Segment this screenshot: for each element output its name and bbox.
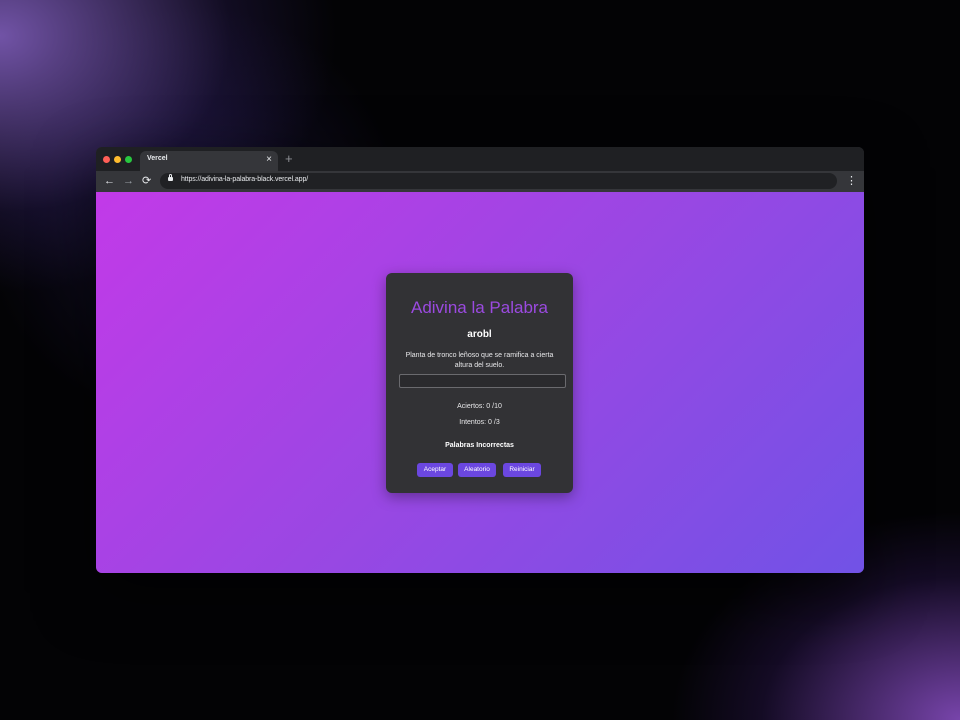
accept-button[interactable]: Aceptar bbox=[417, 463, 453, 477]
word-hint: Planta de tronco leñoso que se ramifica … bbox=[405, 352, 554, 369]
tries-counter: Intentos: 0 /3 bbox=[459, 419, 500, 426]
back-arrow-icon[interactable]: ← bbox=[104, 174, 115, 188]
close-window-button[interactable] bbox=[103, 156, 110, 163]
maximize-window-button[interactable] bbox=[125, 156, 132, 163]
tab-close-icon[interactable]: × bbox=[266, 154, 272, 166]
browser-tab[interactable]: Vercel × bbox=[140, 151, 278, 171]
browser-window: Vercel × + ← → ⟳ https://adivina-la-pala… bbox=[96, 147, 864, 573]
browser-toolbar: ← → ⟳ https://adivina-la-palabra-black.v… bbox=[96, 171, 864, 192]
address-bar[interactable]: https://adivina-la-palabra-black.vercel.… bbox=[160, 173, 837, 189]
forward-arrow-icon[interactable]: → bbox=[123, 174, 134, 188]
random-button[interactable]: Aleatorio bbox=[458, 463, 496, 477]
wrong-words-heading: Palabras Incorrectas bbox=[445, 442, 514, 449]
tab-title: Vercel bbox=[147, 155, 168, 162]
address-url: https://adivina-la-palabra-black.vercel.… bbox=[181, 176, 309, 183]
page-title: Adivina la Palabra bbox=[410, 298, 549, 317]
browser-titlebar: Vercel × + bbox=[96, 147, 864, 171]
lock-icon bbox=[168, 174, 173, 181]
browser-menu-icon[interactable]: ⋮ bbox=[846, 174, 857, 188]
game-card: Adivina la Palabra arobl Planta de tronc… bbox=[386, 273, 573, 493]
answer-input[interactable] bbox=[399, 374, 566, 388]
hits-counter: Aciertos: 0 /10 bbox=[457, 403, 502, 410]
minimize-window-button[interactable] bbox=[114, 156, 121, 163]
reset-button[interactable]: Reiniciar bbox=[503, 463, 541, 477]
reload-icon[interactable]: ⟳ bbox=[142, 174, 151, 188]
page-viewport: Adivina la Palabra arobl Planta de tronc… bbox=[96, 192, 864, 573]
scrambled-word: arobl bbox=[467, 329, 492, 340]
new-tab-icon[interactable]: + bbox=[285, 152, 293, 166]
